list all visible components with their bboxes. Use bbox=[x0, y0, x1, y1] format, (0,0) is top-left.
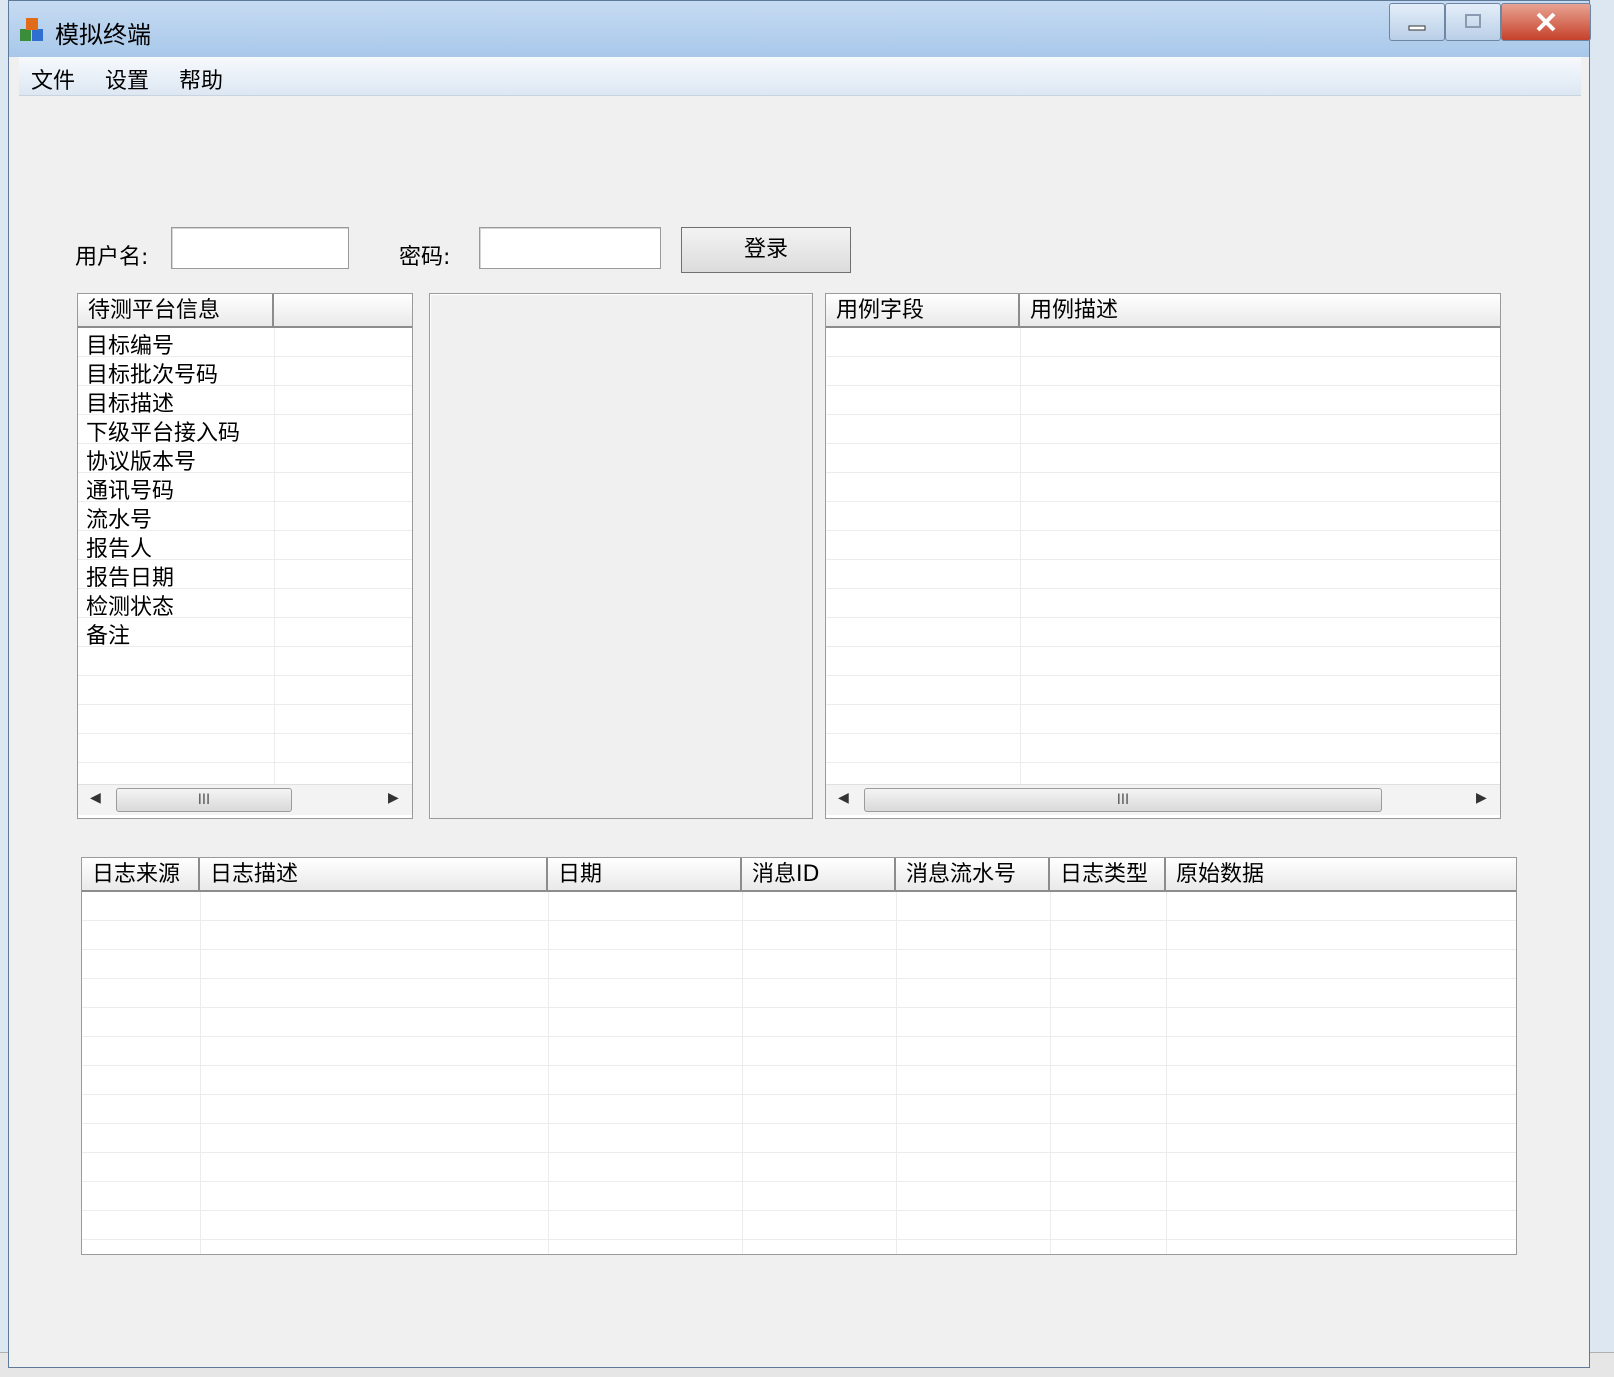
login-button[interactable]: 登录 bbox=[681, 227, 851, 273]
grid-column-divider bbox=[742, 892, 743, 1254]
list-item[interactable]: 流水号 bbox=[86, 506, 152, 535]
grid-column-divider bbox=[548, 892, 549, 1254]
log-col-date[interactable]: 日期 bbox=[548, 858, 742, 892]
scroll-thumb[interactable]: III bbox=[116, 788, 292, 812]
table-row[interactable] bbox=[78, 705, 412, 734]
grid-column-divider bbox=[1050, 892, 1051, 1254]
grid-column-divider bbox=[1166, 892, 1167, 1254]
log-list-header: 日志来源 日志描述 日期 消息ID 消息流水号 日志类型 原始数据 bbox=[82, 858, 1516, 892]
platform-col-info[interactable]: 待测平台信息 bbox=[78, 294, 274, 328]
window-title: 模拟终端 bbox=[55, 21, 151, 49]
list-item[interactable]: 目标描述 bbox=[86, 390, 174, 419]
middle-panel bbox=[429, 293, 813, 819]
log-col-type[interactable]: 日志类型 bbox=[1050, 858, 1166, 892]
grid-column-divider bbox=[896, 892, 897, 1254]
scroll-right-arrow-icon[interactable]: ▶ bbox=[1476, 790, 1487, 806]
minimize-icon bbox=[1408, 25, 1426, 31]
case-hscrollbar[interactable]: ◀ III ▶ bbox=[826, 784, 1500, 815]
list-item[interactable]: 目标批次号码 bbox=[86, 361, 218, 390]
scroll-left-arrow-icon[interactable]: ◀ bbox=[90, 790, 101, 806]
table-row[interactable] bbox=[78, 647, 412, 676]
scroll-left-arrow-icon[interactable]: ◀ bbox=[838, 790, 849, 806]
menu-file[interactable]: 文件 bbox=[31, 63, 75, 95]
table-row[interactable] bbox=[826, 473, 1500, 502]
log-col-msgseq[interactable]: 消息流水号 bbox=[896, 858, 1050, 892]
grid-column-divider bbox=[1020, 328, 1021, 784]
table-row[interactable] bbox=[82, 1095, 1516, 1124]
password-label: 密码: bbox=[399, 245, 451, 270]
table-row[interactable] bbox=[826, 676, 1500, 705]
table-row[interactable] bbox=[826, 328, 1500, 357]
list-item[interactable]: 检测状态 bbox=[86, 593, 174, 622]
table-row[interactable] bbox=[826, 444, 1500, 473]
grid-column-divider bbox=[274, 328, 275, 784]
table-row[interactable] bbox=[82, 892, 1516, 921]
list-item[interactable]: 报告人 bbox=[86, 535, 152, 564]
table-row[interactable] bbox=[82, 1124, 1516, 1153]
close-button[interactable] bbox=[1501, 3, 1591, 41]
log-col-desc[interactable]: 日志描述 bbox=[200, 858, 548, 892]
table-row[interactable] bbox=[82, 1211, 1516, 1240]
platform-info-list[interactable]: 待测平台信息 目标编号 目标批次号码 目标描述 下级平台接入码 协议版本号 通讯号码 流水号… bbox=[77, 293, 413, 819]
table-row[interactable] bbox=[826, 734, 1500, 763]
mfc-app-icon bbox=[20, 18, 43, 41]
scroll-right-arrow-icon[interactable]: ▶ bbox=[388, 790, 399, 806]
platform-hscrollbar[interactable]: ◀ III ▶ bbox=[78, 784, 412, 815]
title-bar[interactable]: 模拟终端 bbox=[9, 1, 1591, 57]
list-item[interactable]: 报告日期 bbox=[86, 564, 174, 593]
table-row[interactable] bbox=[826, 589, 1500, 618]
table-row[interactable] bbox=[82, 1037, 1516, 1066]
list-item[interactable]: 通讯号码 bbox=[86, 477, 174, 506]
table-row[interactable] bbox=[82, 950, 1516, 979]
username-label: 用户名: bbox=[75, 245, 149, 270]
main-window: 模拟终端 文件 设置 帮助 用户名: 密码: 登录 待测平台信息 目标编号 目标批… bbox=[8, 0, 1591, 1368]
case-list-header: 用例字段 用例描述 bbox=[826, 294, 1500, 328]
table-row[interactable] bbox=[826, 386, 1500, 415]
username-input[interactable] bbox=[171, 227, 349, 269]
password-input[interactable] bbox=[479, 227, 661, 269]
table-row[interactable] bbox=[78, 676, 412, 705]
table-row[interactable] bbox=[82, 1182, 1516, 1211]
table-row[interactable] bbox=[78, 734, 412, 763]
log-list[interactable]: 日志来源 日志描述 日期 消息ID 消息流水号 日志类型 原始数据 bbox=[81, 857, 1517, 1255]
table-row[interactable] bbox=[826, 618, 1500, 647]
table-row[interactable] bbox=[826, 415, 1500, 444]
table-row[interactable] bbox=[82, 1066, 1516, 1095]
table-row[interactable] bbox=[82, 979, 1516, 1008]
platform-col-value[interactable] bbox=[274, 294, 414, 328]
maximize-button[interactable] bbox=[1445, 3, 1501, 41]
table-row[interactable] bbox=[826, 560, 1500, 589]
case-col-desc[interactable]: 用例描述 bbox=[1020, 294, 1502, 328]
menu-settings[interactable]: 设置 bbox=[105, 63, 149, 95]
close-icon bbox=[1536, 12, 1556, 32]
menu-help[interactable]: 帮助 bbox=[179, 63, 223, 95]
table-row[interactable] bbox=[826, 502, 1500, 531]
list-item[interactable]: 协议版本号 bbox=[86, 448, 196, 477]
log-col-source[interactable]: 日志来源 bbox=[82, 858, 200, 892]
log-col-msgid[interactable]: 消息ID bbox=[742, 858, 896, 892]
scroll-thumb[interactable]: III bbox=[864, 788, 1382, 812]
list-item[interactable]: 目标编号 bbox=[86, 332, 174, 361]
case-list[interactable]: 用例字段 用例描述 ◀ III ▶ bbox=[825, 293, 1501, 819]
minimize-button[interactable] bbox=[1389, 3, 1445, 41]
table-row[interactable] bbox=[82, 1008, 1516, 1037]
list-item[interactable]: 下级平台接入码 bbox=[86, 419, 240, 448]
menu-bar: 文件 设置 帮助 bbox=[19, 57, 1581, 96]
table-row[interactable] bbox=[826, 531, 1500, 560]
grid-column-divider bbox=[200, 892, 201, 1254]
log-col-raw[interactable]: 原始数据 bbox=[1166, 858, 1518, 892]
table-row[interactable] bbox=[82, 1153, 1516, 1182]
platform-list-header: 待测平台信息 bbox=[78, 294, 412, 328]
table-row[interactable] bbox=[826, 705, 1500, 734]
table-row[interactable] bbox=[826, 357, 1500, 386]
list-item[interactable]: 备注 bbox=[86, 622, 130, 651]
table-row[interactable] bbox=[826, 647, 1500, 676]
table-row[interactable] bbox=[82, 921, 1516, 950]
case-col-field[interactable]: 用例字段 bbox=[826, 294, 1020, 328]
maximize-icon bbox=[1465, 14, 1481, 28]
